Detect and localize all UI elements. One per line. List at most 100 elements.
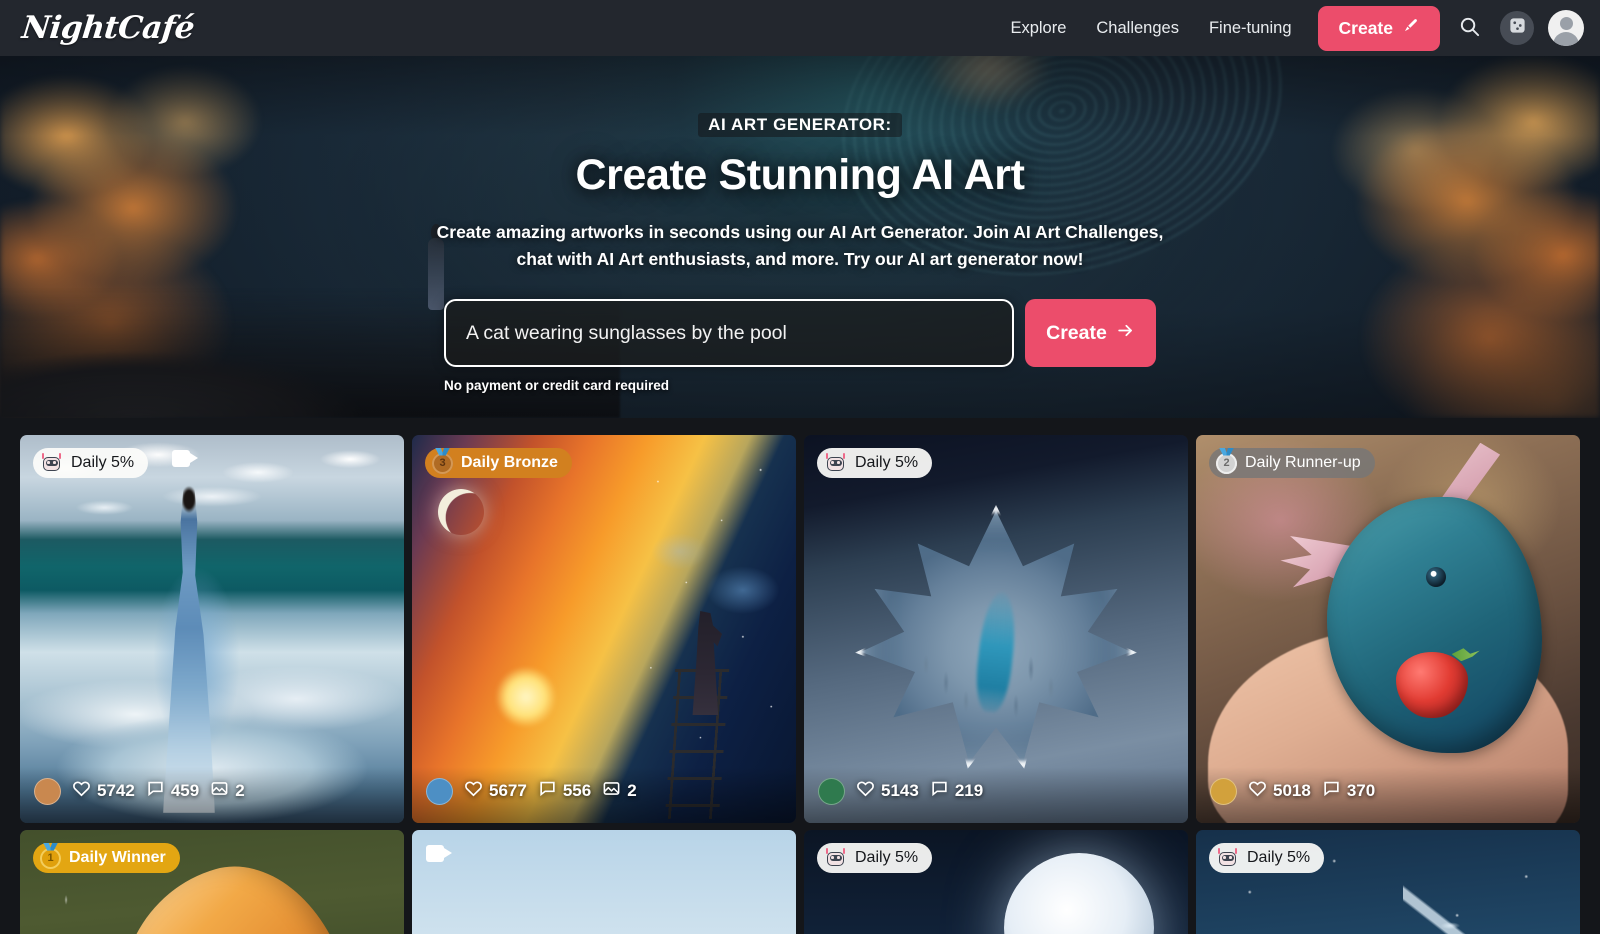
comment-icon <box>538 779 557 803</box>
search-button[interactable] <box>1450 9 1488 47</box>
header-create-button[interactable]: Create <box>1317 5 1440 51</box>
comments-stat[interactable]: 370 <box>1322 779 1375 803</box>
hero-content: AI ART GENERATOR: Create Stunning AI Art… <box>0 56 1600 393</box>
random-prompt-button[interactable] <box>1500 11 1534 45</box>
dice-icon <box>1508 16 1527 40</box>
status-badge[interactable]: 3 Daily Bronze <box>425 448 572 478</box>
video-icon <box>172 450 198 467</box>
badge-label: Daily Runner-up <box>1245 454 1361 471</box>
card-artwork <box>1196 435 1580 823</box>
header-create-label: Create <box>1338 17 1393 38</box>
robot-icon <box>824 847 847 869</box>
creator-avatar[interactable] <box>818 777 845 805</box>
images-count: 2 <box>627 781 637 800</box>
nav-explore[interactable]: Explore <box>1010 19 1066 38</box>
status-badge[interactable]: Daily 5% <box>817 843 933 873</box>
gallery-card[interactable]: Daily 5% 5742 459 2 <box>20 435 404 823</box>
heart-icon <box>856 779 875 803</box>
comments-stat[interactable]: 556 <box>538 779 591 803</box>
nav-fine-tuning[interactable]: Fine-tuning <box>1209 19 1292 38</box>
gallery-card[interactable] <box>412 830 796 934</box>
images-stat: 2 <box>210 779 245 803</box>
hero-create-label: Create <box>1046 321 1107 344</box>
heart-icon <box>72 779 91 803</box>
card-stats: 5143 219 <box>804 767 1188 823</box>
creator-avatar[interactable] <box>34 777 61 805</box>
comments-count: 556 <box>562 781 592 800</box>
status-badge[interactable]: Daily 5% <box>33 448 149 478</box>
hero-create-button[interactable]: Create <box>1025 299 1156 367</box>
prompt-input[interactable] <box>444 299 1014 367</box>
nightcafe-logo[interactable]: NightCafé <box>20 10 196 46</box>
silver-medal-icon: 2 <box>1216 452 1237 474</box>
likes-stat[interactable]: 5018 <box>1248 779 1311 803</box>
gallery-card[interactable]: 1 Daily Winner <box>20 830 404 934</box>
user-avatar[interactable] <box>1548 10 1584 46</box>
primary-navigation: Explore Challenges Fine-tuning <box>1010 19 1291 38</box>
comments-stat[interactable]: 459 <box>146 779 199 803</box>
card-artwork <box>804 435 1188 823</box>
badge-label: Daily 5% <box>855 849 919 866</box>
site-header: NightCafé Explore Challenges Fine-tuning… <box>0 0 1600 56</box>
comments-count: 370 <box>1346 781 1376 800</box>
bronze-medal-icon: 3 <box>432 452 453 474</box>
gold-medal-icon: 1 <box>40 847 61 869</box>
likes-count: 5677 <box>489 781 527 800</box>
comments-stat[interactable]: 219 <box>930 779 983 803</box>
artwork-full-moon <box>1003 853 1154 934</box>
gallery-card[interactable]: 2 Daily Runner-up 5018 370 <box>1196 435 1580 823</box>
gallery-card[interactable]: Daily 5% <box>1196 830 1580 934</box>
video-icon <box>426 845 452 862</box>
images-stat: 2 <box>602 779 637 803</box>
nav-challenges[interactable]: Challenges <box>1096 19 1179 38</box>
badge-label: Daily Bronze <box>461 454 558 471</box>
likes-stat[interactable]: 5677 <box>464 779 527 803</box>
comment-icon <box>1322 779 1341 803</box>
gallery-card[interactable]: 3 Daily Bronze 5677 556 2 <box>412 435 796 823</box>
comments-count: 219 <box>954 781 984 800</box>
status-badge[interactable]: 2 Daily Runner-up <box>1209 448 1375 478</box>
robot-icon <box>40 452 63 474</box>
badge-label: Daily Winner <box>69 849 166 866</box>
comment-icon <box>146 779 165 803</box>
hero-prompt-row: Create <box>0 299 1600 367</box>
comment-icon <box>930 779 949 803</box>
arrow-right-icon <box>1116 321 1135 346</box>
artwork-crescent-moon <box>438 489 484 535</box>
image-stack-icon <box>602 779 621 803</box>
status-badge[interactable]: Daily 5% <box>817 448 933 478</box>
badge-label: Daily 5% <box>71 454 135 471</box>
status-badge[interactable]: 1 Daily Winner <box>33 843 180 873</box>
status-badge[interactable]: Daily 5% <box>1209 843 1325 873</box>
creator-avatar[interactable] <box>1210 777 1237 805</box>
hero-section: AI ART GENERATOR: Create Stunning AI Art… <box>0 56 1600 418</box>
card-stats: 5677 556 2 <box>412 767 796 823</box>
comments-count: 459 <box>170 781 200 800</box>
hero-eyebrow: AI ART GENERATOR: <box>698 113 902 137</box>
card-artwork <box>20 435 404 823</box>
robot-icon <box>1216 847 1239 869</box>
likes-count: 5742 <box>97 781 135 800</box>
paintbrush-icon <box>1402 17 1419 39</box>
search-icon <box>1458 15 1481 41</box>
card-stats: 5018 370 <box>1196 767 1580 823</box>
card-artwork <box>412 435 796 823</box>
gallery-card[interactable]: Daily 5% 5143 219 <box>804 435 1188 823</box>
gallery-card[interactable]: Daily 5% <box>804 830 1188 934</box>
artwork-gallery: Daily 5% 5742 459 2 3 Daily Bronze 5677 … <box>0 418 1600 934</box>
hero-disclaimer: No payment or credit card required <box>444 378 670 393</box>
image-stack-icon <box>210 779 229 803</box>
badge-label: Daily 5% <box>1247 849 1311 866</box>
badge-label: Daily 5% <box>855 454 919 471</box>
likes-stat[interactable]: 5143 <box>856 779 919 803</box>
creator-avatar[interactable] <box>426 777 453 805</box>
robot-icon <box>824 452 847 474</box>
hero-title: Create Stunning AI Art <box>575 151 1025 199</box>
card-artwork <box>412 830 796 934</box>
likes-count: 5018 <box>1273 781 1311 800</box>
heart-icon <box>464 779 483 803</box>
card-stats: 5742 459 2 <box>20 767 404 823</box>
likes-stat[interactable]: 5742 <box>72 779 135 803</box>
images-count: 2 <box>235 781 245 800</box>
artwork-sun <box>496 667 556 727</box>
